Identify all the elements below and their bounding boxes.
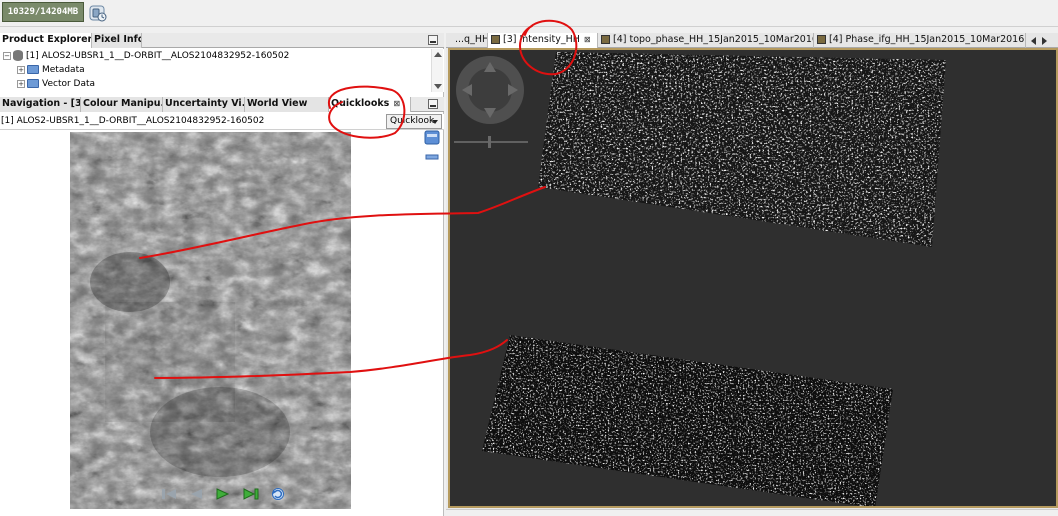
tab-phase-ifg-hh[interactable]: [4] Phase_ifg_HH_15Jan2015_10Mar2016... <box>814 33 1026 48</box>
tab-label: [4] topo_phase_HH_15Jan2015_10Mar2016 <box>613 34 814 45</box>
quicklook-product-label: [1] ALOS2-UBSR1_1__D-ORBIT__ALOS21048329… <box>1 116 265 126</box>
image-canvas[interactable] <box>448 48 1058 508</box>
close-icon[interactable]: ⊠ <box>393 99 400 108</box>
tab-label: [3] Intensity_HH <box>503 34 580 45</box>
product-tree: − [1] ALOS2-UBSR1_1__D-ORBIT__ALOS2104832… <box>0 49 444 92</box>
tree-item-label: [1] ALOS2-UBSR1_1__D-ORBIT__ALOS21048329… <box>26 51 290 61</box>
tab-product-explorer[interactable]: Product Explorer⊠ <box>0 33 92 48</box>
tab-label: Colour Manipu... <box>83 98 163 109</box>
tab-label: World View <box>247 98 308 109</box>
previous-icon[interactable] <box>188 487 204 501</box>
tree-scrollbar[interactable] <box>431 49 443 92</box>
tab-navigation[interactable]: Navigation - [3]... <box>0 97 81 112</box>
tab-intensity-hh[interactable]: [3] Intensity_HH ⊠ <box>488 33 598 48</box>
tab-uncertainty-visualisation[interactable]: Uncertainty Vi... <box>163 97 245 112</box>
tab-quicklooks[interactable]: Quicklooks ⊠ <box>329 97 411 112</box>
tab-scroll-controls[interactable] <box>1030 36 1054 46</box>
quicklook-navigation <box>161 487 294 503</box>
first-icon[interactable] <box>161 487 177 501</box>
status-bar <box>446 509 1058 516</box>
tree-item-vector-data[interactable]: + Vector Data <box>17 77 95 91</box>
tab-label: ...q_HH <box>455 34 488 45</box>
intensity-swath-upper <box>538 52 946 247</box>
tab-image-view-q-hh[interactable]: ...q_HH <box>452 33 488 48</box>
intensity-swath-lower <box>482 335 893 506</box>
tab-label: Navigation - [3]... <box>2 98 81 109</box>
expand-icon[interactable]: + <box>17 65 25 74</box>
tab-label: Uncertainty Vi... <box>165 98 245 109</box>
tab-label: Product Explorer <box>2 34 92 45</box>
image-view-panel: ...q_HH [3] Intensity_HH ⊠ [4] topo_phase… <box>446 33 1058 516</box>
tree-item-label: Vector Data <box>42 79 96 89</box>
next-icon[interactable] <box>215 487 231 501</box>
image-view-icon <box>491 35 500 44</box>
tab-colour-manipulation[interactable]: Colour Manipu... <box>81 97 163 112</box>
image-view-icon <box>817 35 826 44</box>
pan-control-icon[interactable] <box>456 56 524 124</box>
scroll-up-icon[interactable] <box>434 52 442 57</box>
quicklook-header: [1] ALOS2-UBSR1_1__D-ORBIT__ALOS21048329… <box>0 114 444 130</box>
tab-world-view[interactable]: World View <box>245 97 329 112</box>
quicklook-image[interactable] <box>70 132 351 509</box>
tree-item-product[interactable]: − [1] ALOS2-UBSR1_1__D-ORBIT__ALOS2104832… <box>3 49 289 63</box>
tool-tabbar: Navigation - [3]... Colour Manipu... Unc… <box>0 97 444 112</box>
expand-icon[interactable]: + <box>17 79 25 88</box>
snap-window: 10329/14204MB Product Explorer⊠ Pixel In… <box>0 0 1058 516</box>
tab-label: [4] Phase_ifg_HH_15Jan2015_10Mar2016... <box>829 34 1026 45</box>
tab-label: Quicklooks <box>331 98 390 109</box>
quicklook-select[interactable]: Quicklook <box>386 114 442 129</box>
scroll-down-icon[interactable] <box>434 84 442 89</box>
image-view-icon <box>601 35 610 44</box>
tab-topo-phase-hh[interactable]: [4] topo_phase_HH_15Jan2015_10Mar2016⊠ <box>598 33 814 48</box>
zoom-slider[interactable] <box>454 136 528 148</box>
refresh-icon[interactable] <box>270 487 286 501</box>
folder-icon <box>27 79 39 88</box>
open-folder-icon[interactable] <box>424 130 440 145</box>
tree-item-metadata[interactable]: + Metadata <box>17 63 85 77</box>
left-panel: Product Explorer⊠ Pixel Info −[1] ALOS2-… <box>0 33 444 516</box>
image-view-tabbar: ...q_HH [3] Intensity_HH ⊠ [4] topo_phase… <box>446 33 1058 48</box>
product-explorer-tabbar: Product Explorer⊠ Pixel Info <box>0 33 444 48</box>
folder-icon <box>27 65 39 74</box>
tab-pixel-info[interactable]: Pixel Info <box>92 33 142 48</box>
minimize-icon[interactable] <box>428 99 438 109</box>
close-icon[interactable]: ⊠ <box>584 35 591 44</box>
product-icon <box>13 50 23 61</box>
main-toolbar: 10329/14204MB <box>0 0 1058 27</box>
minimize-icon[interactable] <box>428 35 438 45</box>
last-icon[interactable] <box>243 487 259 501</box>
tree-item-label: Metadata <box>42 65 85 75</box>
memory-indicator[interactable]: 10329/14204MB <box>2 2 84 22</box>
collapse-icon[interactable]: − <box>3 51 11 60</box>
tab-label: Pixel Info <box>94 34 142 45</box>
minus-icon[interactable] <box>425 154 439 160</box>
garbage-collect-icon[interactable] <box>88 3 108 23</box>
quicklook-side-tools <box>424 130 440 167</box>
